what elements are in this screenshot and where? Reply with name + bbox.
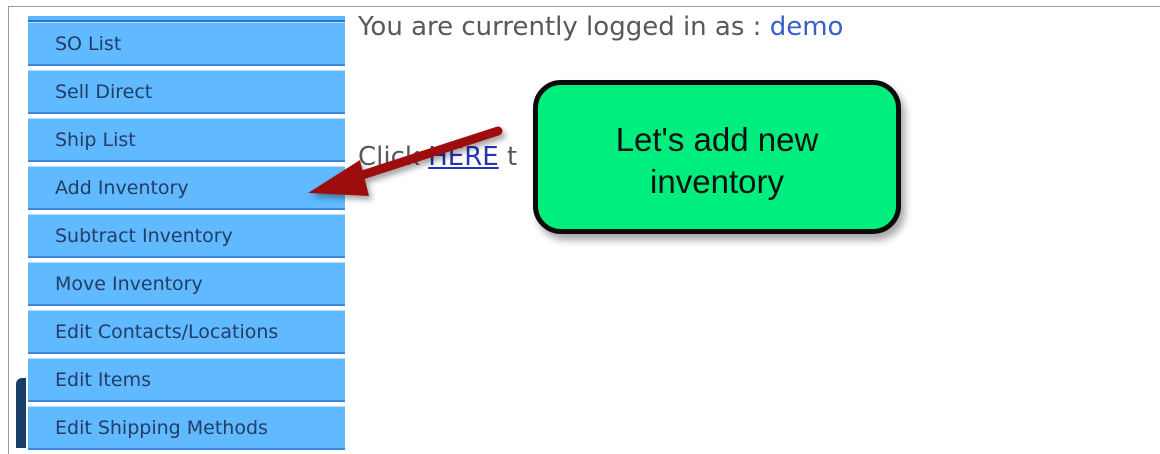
annotation-arrow-icon <box>308 126 503 196</box>
